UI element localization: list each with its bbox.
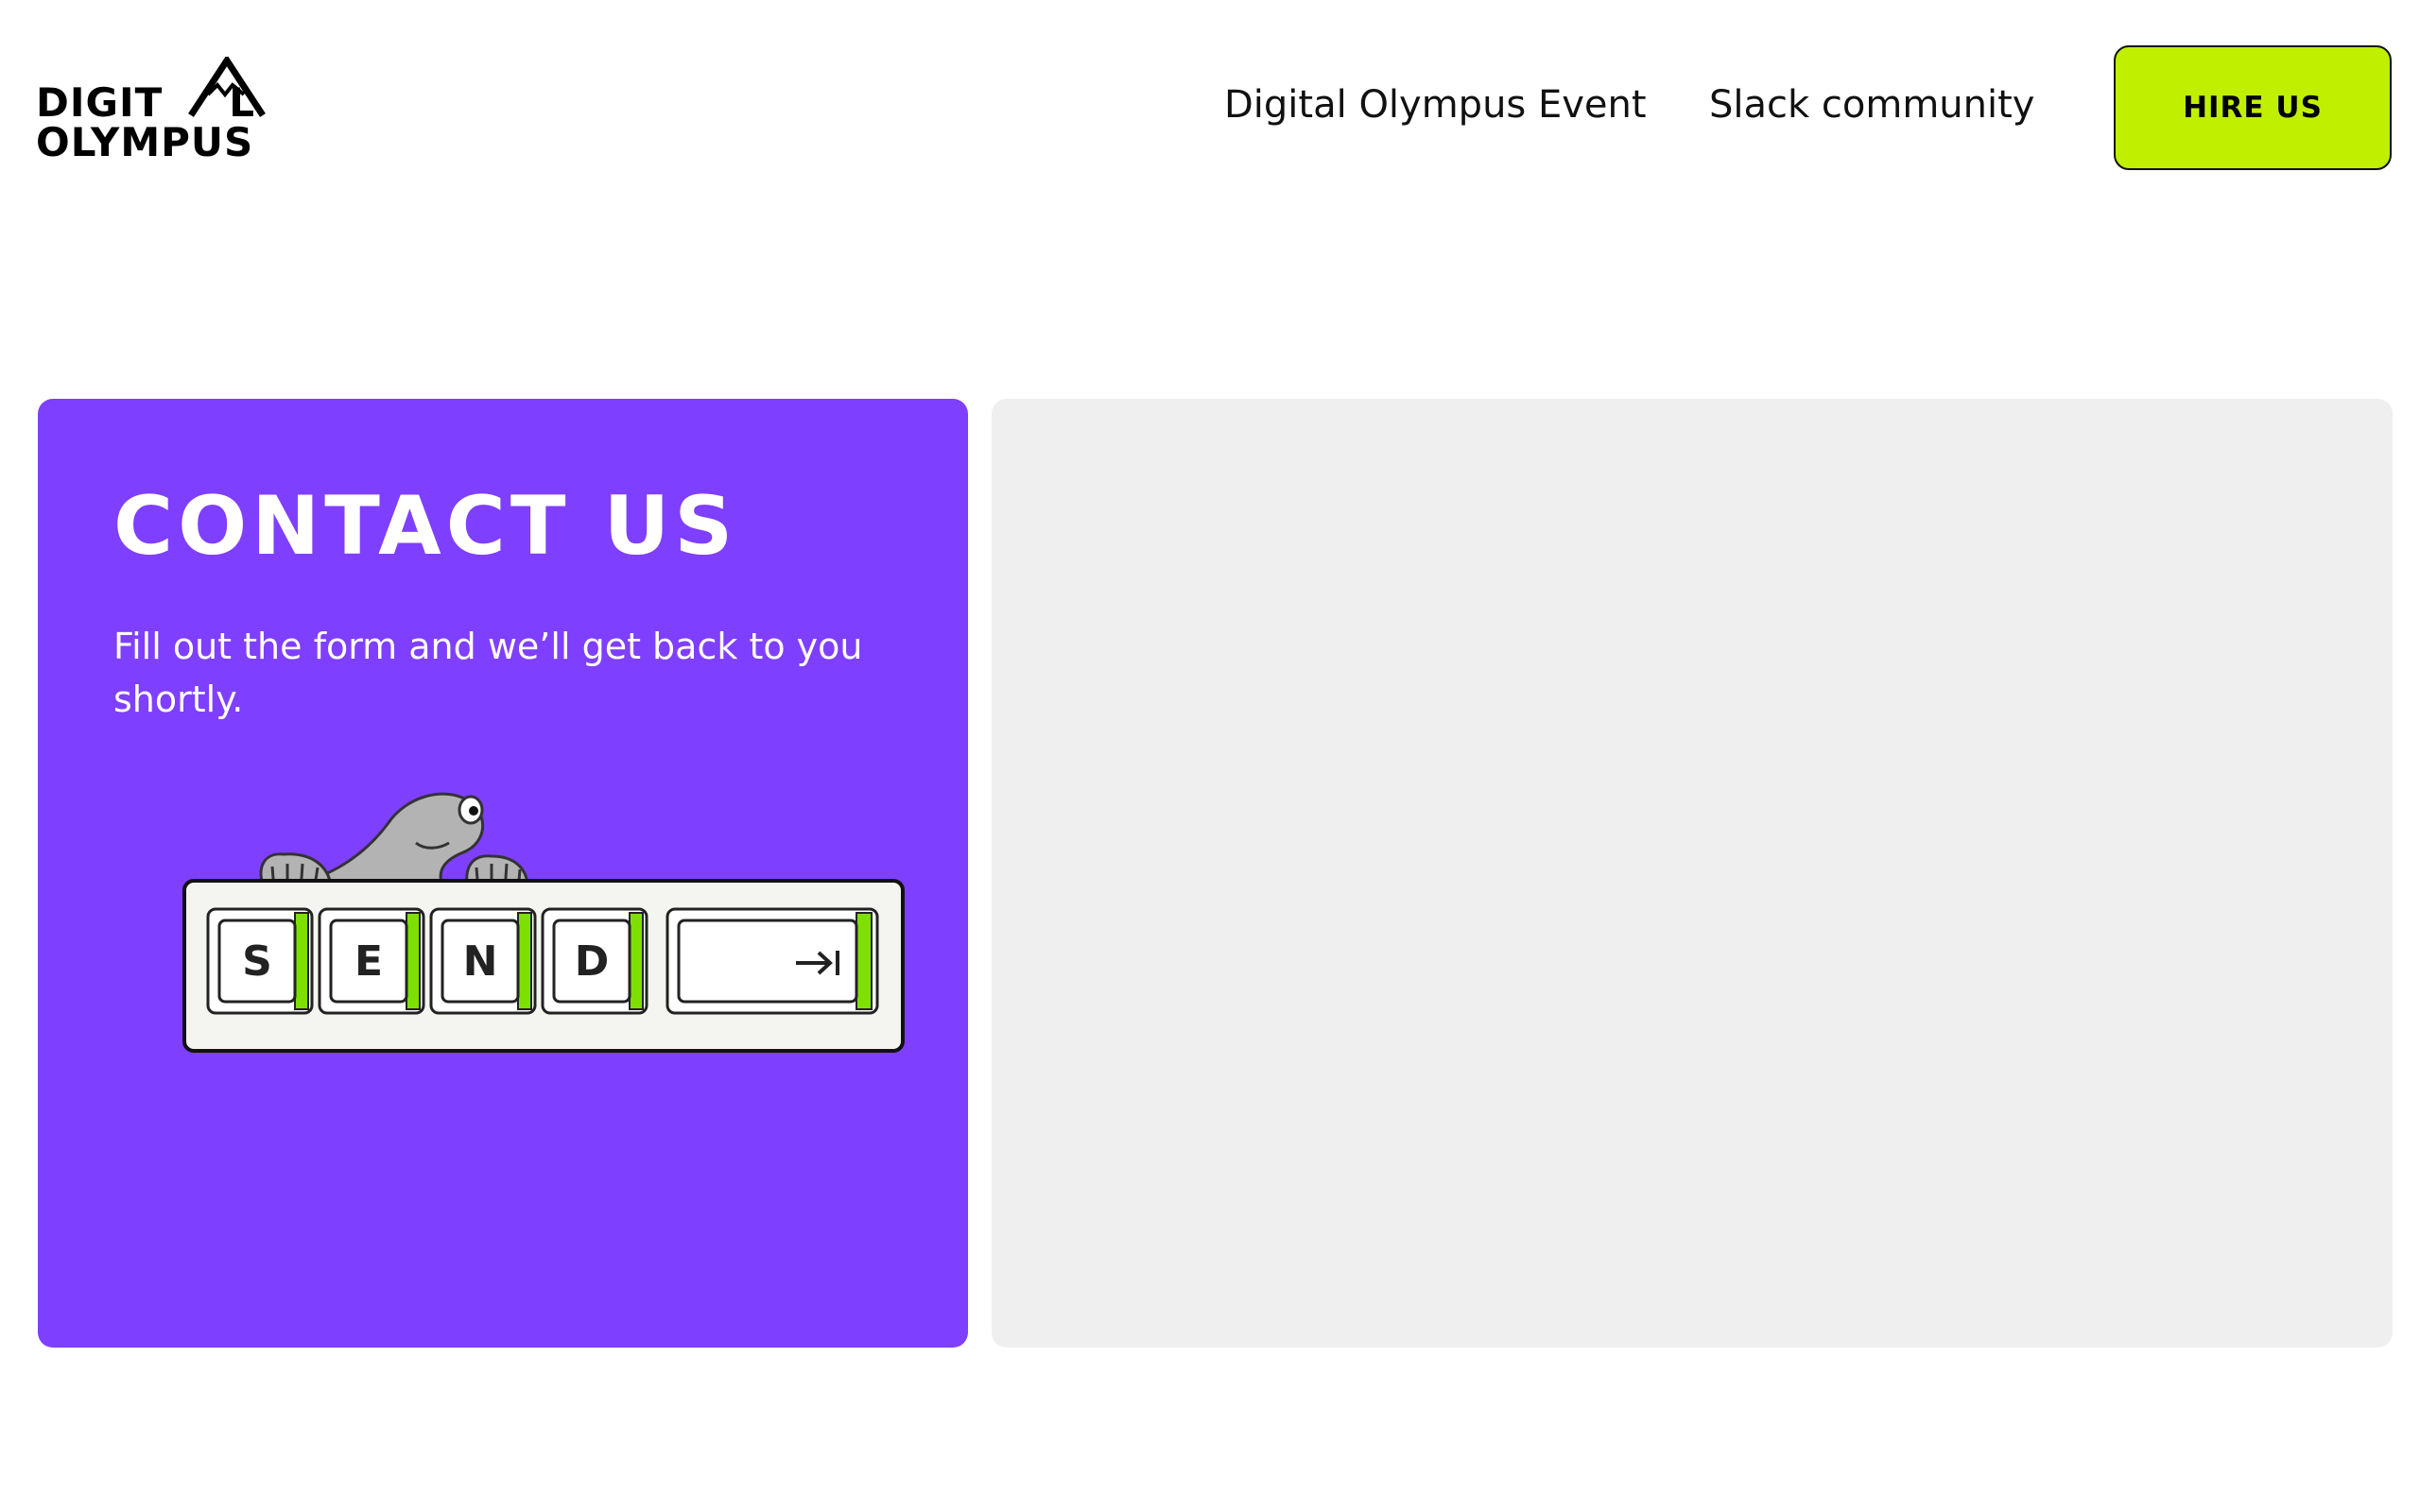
key-n-label: N [463,937,498,986]
nav-link-digital-olympus-event[interactable]: Digital Olympus Event [1224,83,1647,127]
key-e-label: E [354,937,383,986]
contact-form-panel [992,399,2393,1348]
key-n: N [429,907,537,1015]
key-e: E [318,907,425,1015]
digital-olympus-logo[interactable]: DIGIT L OLYMPUS [36,57,282,165]
key-s-label: S [242,937,272,986]
logo-text-line2: OLYMPUS [36,119,254,165]
nav-link-slack-community[interactable]: Slack community [1709,83,2034,127]
site-header: DIGIT L OLYMPUS Digital Olympus Event Sla… [0,0,2420,217]
contact-title: CONTACT US [113,479,738,574]
mountain-peak-icon [188,57,266,117]
contact-card: CONTACT US Fill out the form and we’ll g… [38,399,968,1348]
send-keyboard-illustration: S E N D [182,792,905,1053]
hire-us-button[interactable]: HIRE US [2114,45,2392,170]
key-s: S [206,907,314,1015]
key-d-label: D [575,937,610,986]
seal-character-icon [259,792,529,894]
key-enter [666,907,879,1015]
key-d: D [541,907,648,1015]
contact-subtitle: Fill out the form and we’ll get back to … [113,626,863,720]
